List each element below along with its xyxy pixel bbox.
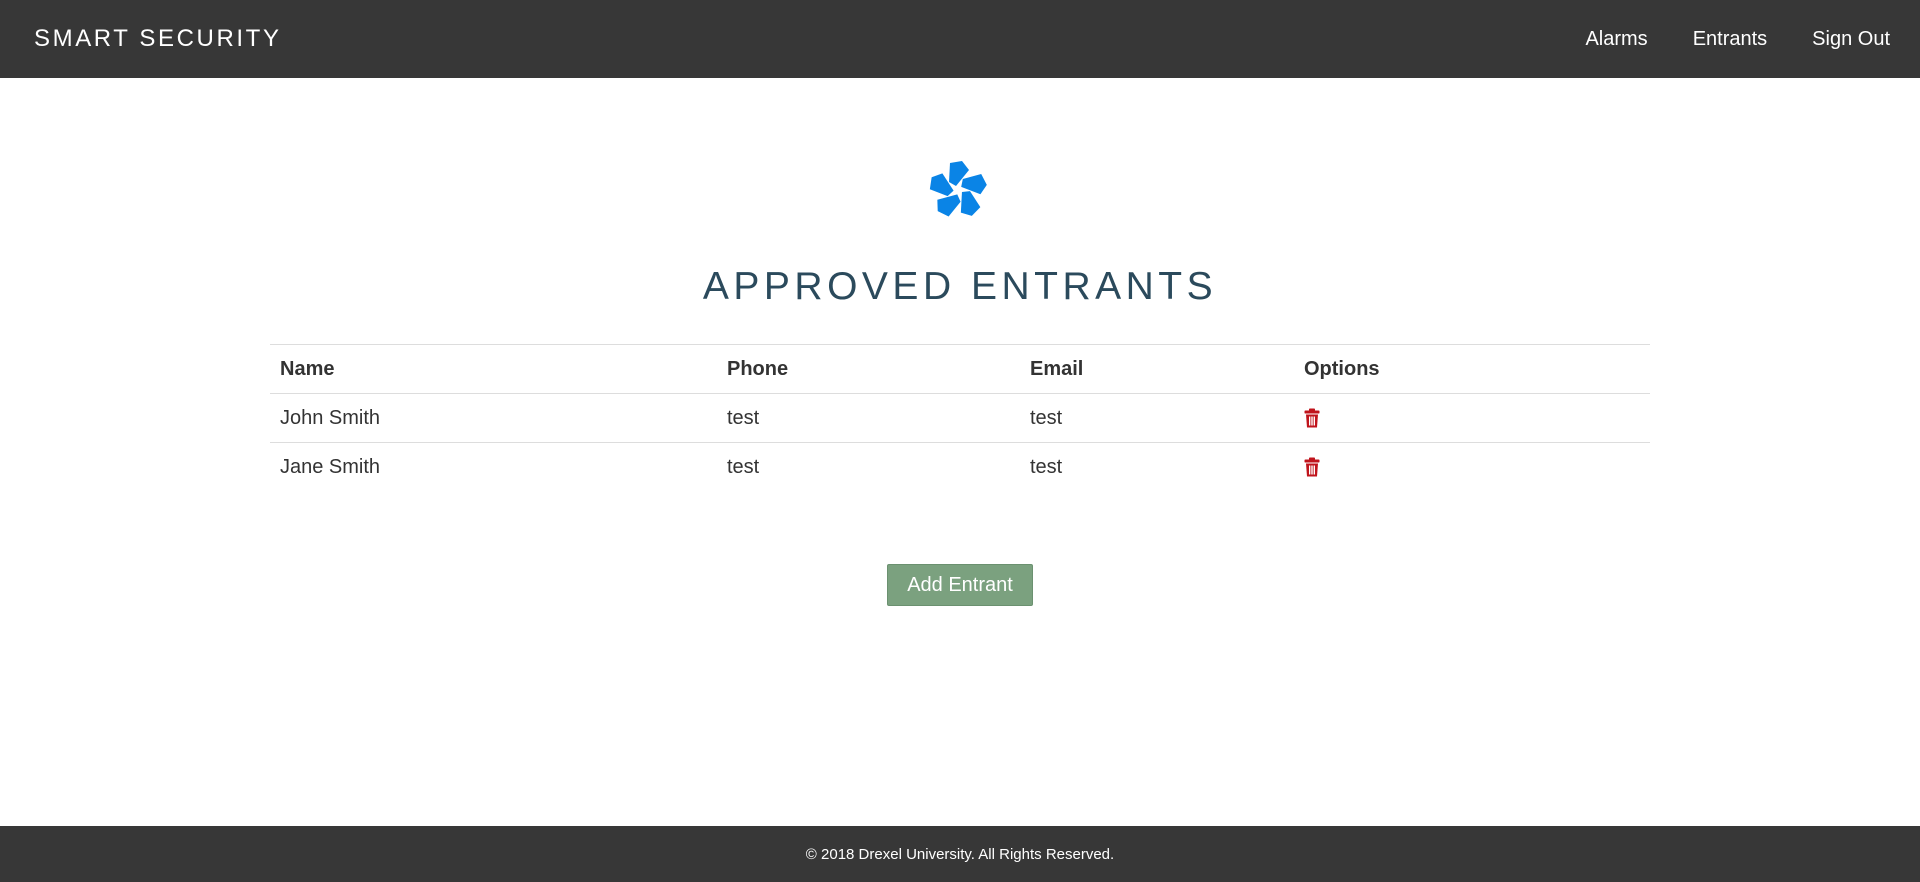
- column-header-name: Name: [270, 344, 717, 394]
- cell-options: [1294, 442, 1650, 492]
- add-entrant-button[interactable]: Add Entrant: [887, 564, 1033, 606]
- entrants-table: Name Phone Email Options John Smith test…: [270, 344, 1650, 492]
- trash-icon[interactable]: [1304, 457, 1320, 477]
- brand-link[interactable]: SMART SECURITY: [34, 25, 282, 53]
- column-header-options: Options: [1294, 344, 1650, 394]
- nav-link-entrants[interactable]: Entrants: [1693, 28, 1767, 51]
- flower-logo-icon: [926, 158, 990, 222]
- cell-email: test: [1020, 442, 1294, 492]
- footer-copyright: © 2018 Drexel University. All Rights Res…: [805, 845, 1115, 863]
- column-header-email: Email: [1020, 344, 1294, 394]
- cell-name: Jane Smith: [270, 442, 717, 492]
- cell-phone: test: [717, 442, 1020, 492]
- nav-link-alarms[interactable]: Alarms: [1585, 28, 1647, 51]
- column-header-phone: Phone: [717, 344, 1020, 394]
- nav-link-sign-out[interactable]: Sign Out: [1812, 28, 1890, 51]
- table-header-row: Name Phone Email Options: [270, 344, 1650, 394]
- top-navbar: SMART SECURITY Alarms Entrants Sign Out: [0, 0, 1920, 78]
- cell-email: test: [1030, 406, 1063, 429]
- nav-links: Alarms Entrants Sign Out: [1540, 28, 1890, 51]
- cell-phone: test: [727, 406, 760, 429]
- page-title: APPROVED ENTRANTS: [702, 265, 1218, 308]
- trash-icon[interactable]: [1304, 408, 1320, 428]
- table-row: Jane Smith test test: [270, 442, 1650, 492]
- cell-options: [1294, 394, 1650, 443]
- table-row: John Smith test test: [270, 394, 1650, 443]
- cell-name: John Smith: [280, 406, 381, 429]
- footer: © 2018 Drexel University. All Rights Res…: [0, 826, 1920, 882]
